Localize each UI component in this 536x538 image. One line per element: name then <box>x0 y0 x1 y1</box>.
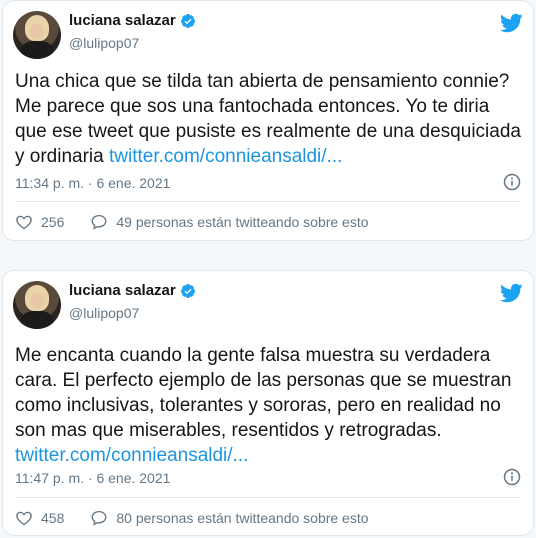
tweet-body: Me encanta cuando la gente falsa muestra… <box>15 345 512 441</box>
twitter-bird-icon[interactable] <box>499 11 523 35</box>
avatar-body <box>21 41 53 59</box>
like-button[interactable]: 256 <box>15 213 64 231</box>
author-name-row[interactable]: luciana salazar <box>69 12 196 29</box>
avatar-face <box>30 293 44 309</box>
like-count: 458 <box>41 510 65 526</box>
tweet-link[interactable]: twitter.com/connieansaldi/... <box>15 445 248 466</box>
verified-badge-icon <box>180 13 195 28</box>
author-handle[interactable]: @lulipop07 <box>69 35 139 51</box>
tweet-actions: 458 80 personas están twitteando sobre e… <box>15 509 395 527</box>
avatar-face <box>30 23 44 39</box>
like-count: 256 <box>41 214 65 230</box>
twitter-bird-icon[interactable] <box>499 281 523 305</box>
avatar-body <box>21 311 53 329</box>
tweet-text: Una chica que se tilda tan abierta de pe… <box>15 69 523 169</box>
heart-icon <box>16 215 32 230</box>
divider <box>15 497 521 498</box>
verified-badge-icon <box>180 283 195 298</box>
heart-icon <box>16 511 32 526</box>
info-icon[interactable] <box>503 173 521 191</box>
tweet-card[interactable]: luciana salazar @lulipop07 Una chica que… <box>2 0 534 241</box>
tweet-timestamp[interactable]: 11:47 p. m. · 6 ene. 2021 <box>15 470 170 486</box>
author-name[interactable]: luciana salazar <box>69 12 176 29</box>
divider <box>15 201 521 202</box>
author-handle[interactable]: @lulipop07 <box>69 305 139 321</box>
tweet-actions: 256 49 personas están twitteando sobre e… <box>15 213 395 231</box>
conversation-button[interactable]: 49 personas están twitteando sobre esto <box>90 213 369 231</box>
author-name[interactable]: luciana salazar <box>69 282 176 299</box>
conversation-button[interactable]: 80 personas están twitteando sobre esto <box>90 509 369 527</box>
avatar[interactable] <box>13 281 61 329</box>
author-name-row[interactable]: luciana salazar <box>69 282 196 299</box>
tweet-link[interactable]: twitter.com/connieansaldi/... <box>109 146 342 167</box>
tweet-card[interactable]: luciana salazar @lulipop07 Me encanta cu… <box>2 270 534 536</box>
avatar[interactable] <box>13 11 61 59</box>
tweet-timestamp[interactable]: 11:34 p. m. · 6 ene. 2021 <box>15 175 170 191</box>
talking-count: 80 personas están twitteando sobre esto <box>116 510 369 526</box>
talking-count: 49 personas están twitteando sobre esto <box>116 214 369 230</box>
tweet-text: Me encanta cuando la gente falsa muestra… <box>15 343 523 468</box>
like-button[interactable]: 458 <box>15 509 64 527</box>
speech-bubble-icon <box>91 510 107 526</box>
speech-bubble-icon <box>91 214 107 230</box>
info-icon[interactable] <box>503 468 521 486</box>
